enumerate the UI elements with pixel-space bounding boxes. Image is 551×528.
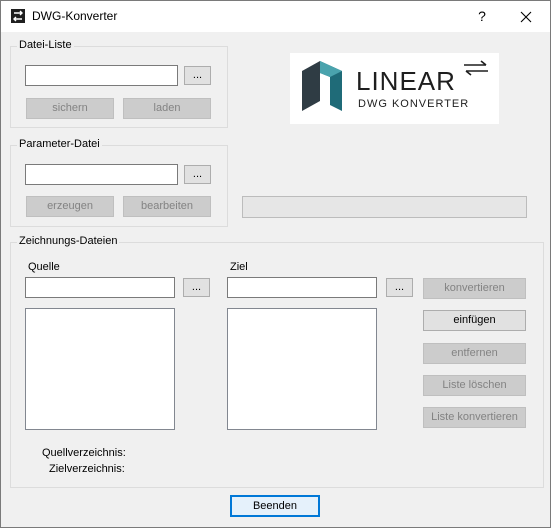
close-icon <box>520 11 532 23</box>
datei-liste-input[interactable] <box>25 65 178 86</box>
erzeugen-button[interactable]: erzeugen <box>26 196 114 217</box>
parameter-datei-label: Parameter-Datei <box>17 138 102 150</box>
quelle-label: Quelle <box>28 261 60 273</box>
close-button[interactable] <box>504 1 548 32</box>
dwg-konverter-window: DWG-Konverter ? Datei-Liste ... sichern … <box>0 0 551 528</box>
linear-logo: LINEAR DWG KONVERTER <box>290 53 499 124</box>
zeichnungs-dateien-label: Zeichnungs-Dateien <box>17 235 120 247</box>
progress-bar <box>242 196 527 218</box>
entfernen-button[interactable]: entfernen <box>423 343 526 364</box>
swap-arrows-icon <box>11 9 25 23</box>
parameter-datei-browse-button[interactable]: ... <box>184 165 211 184</box>
window-title: DWG-Konverter <box>32 9 118 23</box>
logo-subtitle: DWG KONVERTER <box>358 98 470 110</box>
logo-name: LINEAR <box>356 66 456 96</box>
liste-loeschen-button[interactable]: Liste löschen <box>423 375 526 396</box>
bearbeiten-button[interactable]: bearbeiten <box>123 196 211 217</box>
ziel-listbox[interactable] <box>227 308 377 430</box>
laden-button[interactable]: laden <box>123 98 211 119</box>
client-area: Datei-Liste ... sichern laden Parameter-… <box>1 32 550 527</box>
liste-konvertieren-button[interactable]: Liste konvertieren <box>423 407 526 428</box>
datei-liste-browse-button[interactable]: ... <box>184 66 211 85</box>
ziel-browse-button[interactable]: ... <box>386 278 413 297</box>
quellverzeichnis-label: Quellverzeichnis: <box>42 447 126 459</box>
datei-liste-label: Datei-Liste <box>17 39 74 51</box>
zielverzeichnis-label: Zielverzeichnis: <box>49 463 125 475</box>
linear-logo-mark-icon <box>302 61 342 111</box>
quelle-listbox[interactable] <box>25 308 175 430</box>
konvertieren-button[interactable]: konvertieren <box>423 278 526 299</box>
sichern-button[interactable]: sichern <box>26 98 114 119</box>
einfuegen-button[interactable]: einfügen <box>423 310 526 331</box>
swap-arrows-icon <box>464 60 488 76</box>
ziel-label: Ziel <box>230 261 248 273</box>
beenden-button[interactable]: Beenden <box>230 495 320 517</box>
ziel-input[interactable] <box>227 277 377 298</box>
help-button[interactable]: ? <box>460 1 504 32</box>
parameter-datei-input[interactable] <box>25 164 178 185</box>
quelle-input[interactable] <box>25 277 175 298</box>
title-bar[interactable]: DWG-Konverter ? <box>1 1 550 32</box>
quelle-browse-button[interactable]: ... <box>183 278 210 297</box>
